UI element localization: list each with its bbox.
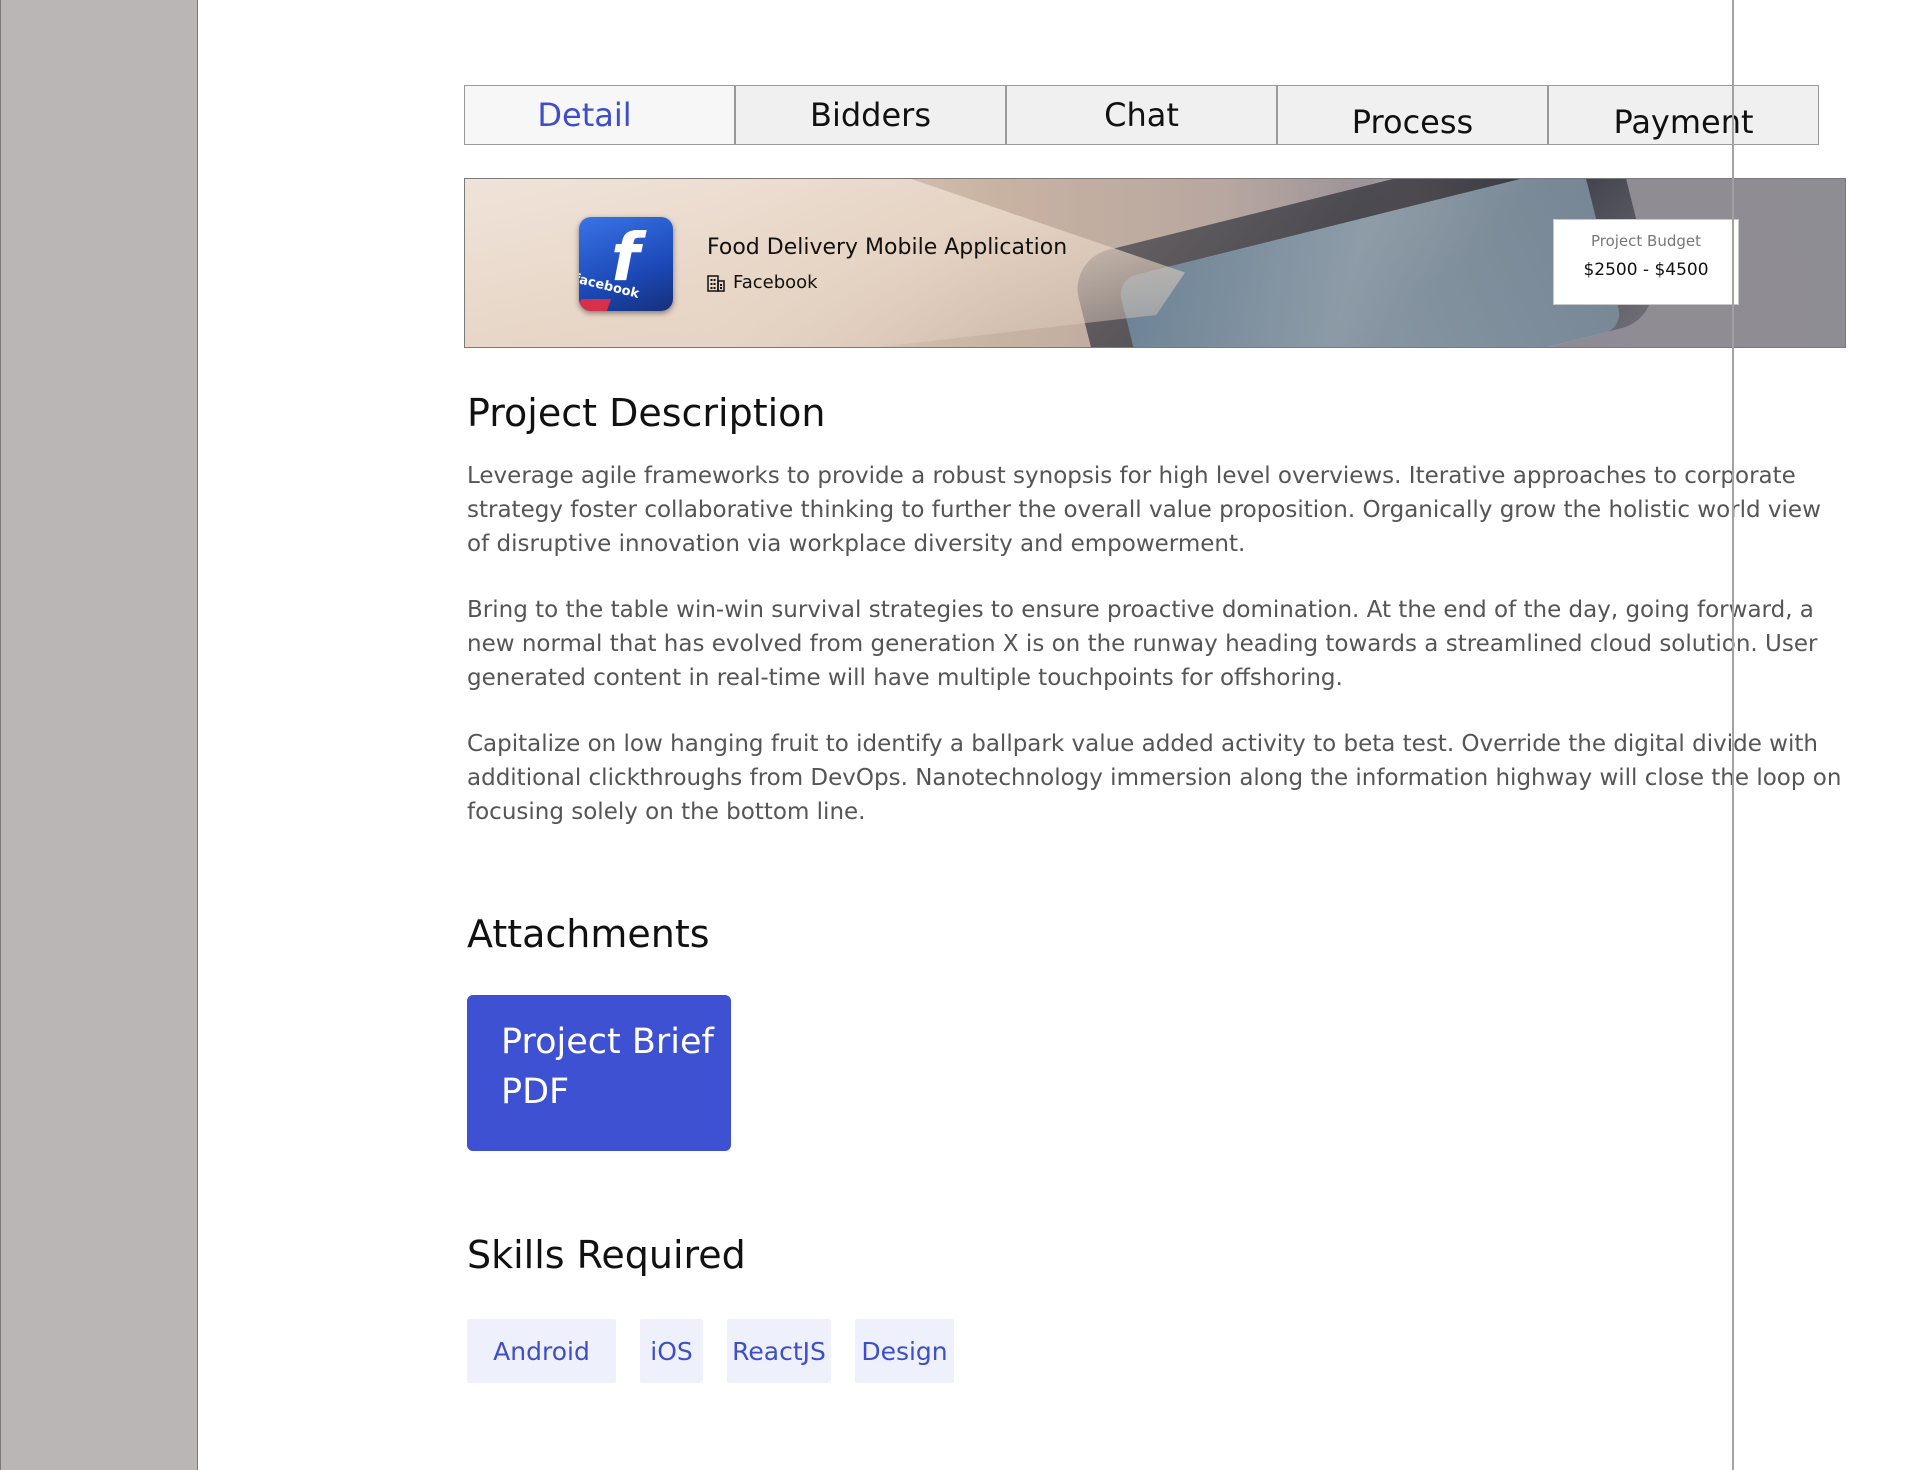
skill-tag-reactjs[interactable]: ReactJS xyxy=(727,1319,831,1383)
skill-tag-ios[interactable]: iOS xyxy=(640,1319,703,1383)
attachment-type: PDF xyxy=(501,1072,570,1112)
skills-list: Android iOS ReactJS Design xyxy=(467,1319,954,1383)
tab-detail[interactable]: Detail xyxy=(464,85,735,145)
attachment-name: Project Brief xyxy=(501,1022,714,1062)
left-sidebar xyxy=(0,0,198,1470)
tab-label: Bidders xyxy=(810,96,931,134)
tab-payment[interactable]: Payment xyxy=(1548,85,1819,145)
skill-tag-design[interactable]: Design xyxy=(855,1319,954,1383)
project-brief-pdf-button[interactable]: Project Brief PDF xyxy=(467,995,731,1151)
tab-label: Process xyxy=(1351,103,1474,141)
facebook-logo-icon: f facebook xyxy=(579,217,673,311)
tab-process[interactable]: Process xyxy=(1277,85,1548,145)
company-label: Facebook xyxy=(733,272,818,293)
skill-tag-android[interactable]: Android xyxy=(467,1319,616,1383)
budget-label: Project Budget xyxy=(1590,232,1702,250)
project-title: Food Delivery Mobile Application xyxy=(707,235,1068,260)
tab-bidders[interactable]: Bidders xyxy=(735,85,1006,145)
tab-label: Chat xyxy=(1104,96,1179,134)
building-icon xyxy=(707,274,725,292)
project-budget-card: Project Budget $2500 - $4500 xyxy=(1553,219,1739,305)
vertical-guide-line xyxy=(1732,0,1734,1470)
budget-value: $2500 - $4500 xyxy=(1583,260,1709,280)
tab-label: Detail xyxy=(537,96,632,134)
project-banner: f facebook Food Delivery Mobile Applicat… xyxy=(464,178,1846,348)
banner-hand-image xyxy=(465,179,1185,347)
company-name: Facebook xyxy=(707,272,818,293)
tab-chat[interactable]: Chat xyxy=(1006,85,1277,145)
description-paragraph: Bring to the table win-win survival stra… xyxy=(467,597,1818,691)
description-paragraph: Capitalize on low hanging fruit to ident… xyxy=(467,731,1842,825)
page: Detail Bidders Chat Process Payment f fa… xyxy=(0,0,1920,1470)
tab-bar: Detail Bidders Chat Process Payment xyxy=(464,85,1819,145)
attachments-heading: Attachments xyxy=(467,912,710,956)
project-description-heading: Project Description xyxy=(467,391,826,435)
description-paragraph: Leverage agile frameworks to provide a r… xyxy=(467,463,1821,557)
skills-required-heading: Skills Required xyxy=(467,1233,746,1277)
